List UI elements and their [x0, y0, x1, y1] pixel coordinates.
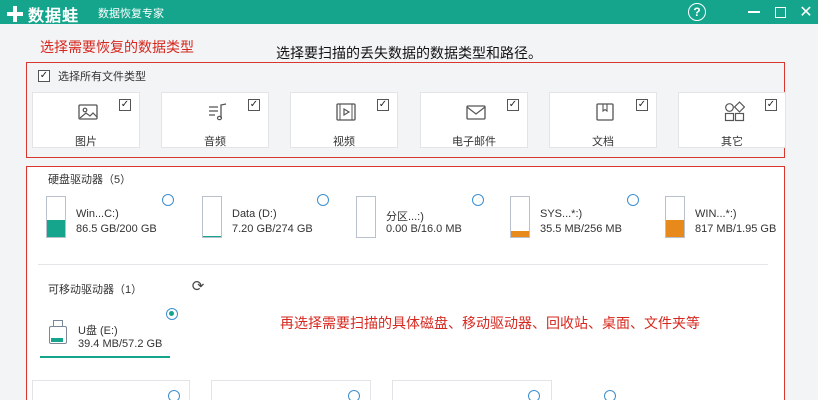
other-icon	[724, 101, 745, 122]
file-type-checkbox[interactable]: ✓	[507, 99, 519, 111]
file-type-label: 文档	[592, 136, 614, 148]
drives-highlight	[26, 166, 785, 400]
select-all-row[interactable]: ✓ 选择所有文件类型	[38, 68, 146, 84]
file-type-label: 音频	[204, 136, 226, 148]
logo-cross-icon	[6, 5, 24, 23]
close-icon[interactable]: ✕	[796, 2, 816, 22]
file-type-audio[interactable]: ✓ 音频	[161, 92, 269, 148]
file-type-video[interactable]: ✓ 视频	[290, 92, 398, 148]
file-type-label: 其它	[721, 136, 743, 148]
file-type-email[interactable]: ✓ 电子邮件	[420, 92, 528, 148]
app-logo: 数据蛙	[6, 2, 79, 26]
annotation-select-type: 选择需要恢复的数据类型	[40, 39, 194, 55]
file-type-checkbox[interactable]: ✓	[248, 99, 260, 111]
file-type-checkbox[interactable]: ✓	[636, 99, 648, 111]
select-all-label: 选择所有文件类型	[58, 71, 146, 83]
file-type-document[interactable]: ✓ 文档	[549, 92, 657, 148]
minimize-button[interactable]	[744, 2, 764, 22]
file-type-checkbox[interactable]: ✓	[377, 99, 389, 111]
audio-icon	[209, 103, 227, 121]
minimize-icon	[748, 11, 760, 13]
document-icon	[596, 103, 614, 121]
select-all-checkbox[interactable]: ✓	[38, 70, 50, 82]
title-bar: 数据蛙 数据恢复专家 ? ✕	[0, 0, 818, 26]
email-icon	[466, 105, 486, 120]
image-icon	[78, 104, 98, 120]
app-subtitle: 数据恢复专家	[98, 8, 164, 20]
maximize-icon	[774, 6, 786, 18]
file-type-other[interactable]: ✓ 其它	[678, 92, 786, 148]
file-type-checkbox[interactable]: ✓	[119, 99, 131, 111]
help-icon[interactable]: ?	[688, 3, 706, 21]
file-type-label: 电子邮件	[452, 136, 496, 148]
maximize-button[interactable]	[770, 2, 790, 22]
file-type-checkbox[interactable]: ✓	[765, 99, 777, 111]
logo-text: 数据蛙	[28, 8, 80, 25]
video-icon	[336, 103, 356, 121]
file-type-label: 视频	[333, 136, 355, 148]
file-type-image[interactable]: ✓ 图片	[32, 92, 140, 148]
file-type-label: 图片	[75, 136, 97, 148]
instruction-text: 选择要扫描的丢失数据的数据类型和路径。	[276, 45, 542, 61]
